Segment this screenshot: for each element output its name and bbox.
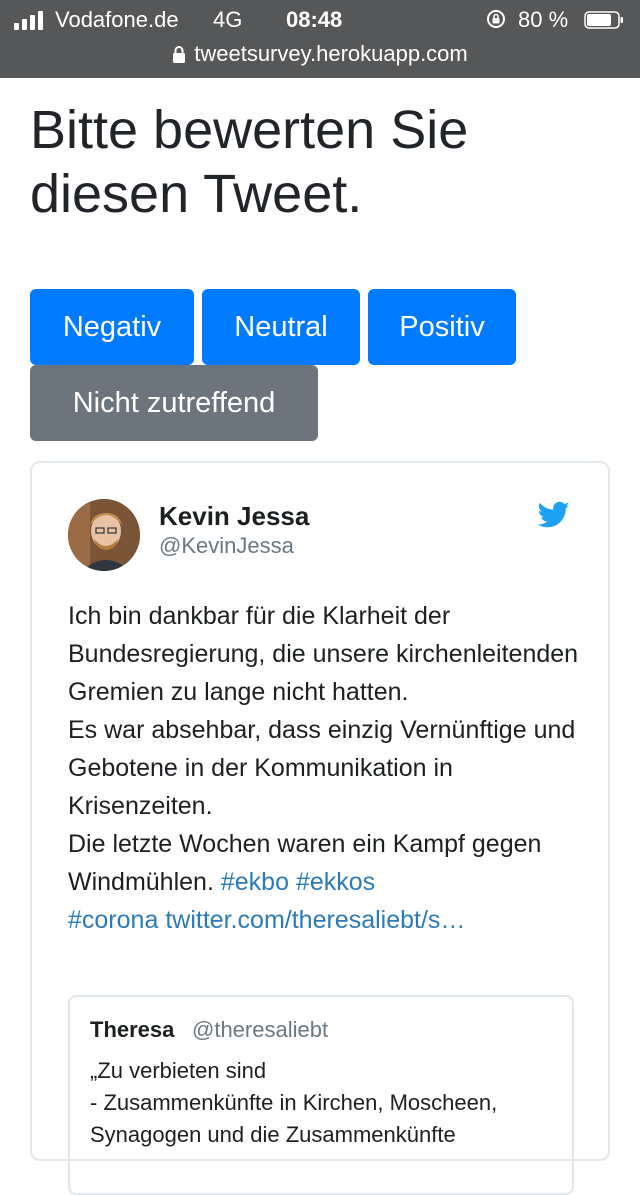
page-title: Bitte bewerten Sie diesen Tweet. — [30, 100, 469, 224]
clock: 08:48 — [286, 7, 343, 32]
quoted-tweet-text: „Zu verbieten sind - Zusammenkünfte in K… — [90, 1058, 498, 1147]
quoted-author-handle: @theresaliebt — [192, 1017, 329, 1042]
author-name[interactable]: Kevin Jessa — [159, 501, 309, 532]
hashtag-link[interactable]: #corona — [68, 906, 158, 934]
quoted-tweet[interactable]: Theresa @theresaliebt „Zu verbieten sind… — [68, 995, 574, 1195]
network-type: 4G — [213, 7, 243, 32]
status-bar: Vodafone.de 4G 08:48 80 % tweetsurvey.he… — [0, 0, 640, 78]
avatar[interactable] — [68, 499, 140, 571]
positive-button[interactable]: Positiv — [368, 289, 516, 365]
signal-strength-icon — [14, 10, 48, 30]
neutral-button[interactable]: Neutral — [202, 289, 360, 365]
negative-button[interactable]: Negativ — [30, 289, 194, 365]
not-applicable-button[interactable]: Nicht zutreffend — [30, 365, 318, 441]
carrier-name: Vodafone.de — [55, 7, 179, 32]
hashtag-link[interactable]: #ekbo — [221, 868, 289, 896]
battery-percentage: 80 % — [518, 7, 569, 32]
quoted-author-name: Theresa — [90, 1017, 175, 1042]
battery-icon — [584, 11, 623, 29]
rotation-lock-icon — [487, 10, 505, 28]
author-handle[interactable]: @KevinJessa — [159, 533, 294, 559]
address-bar[interactable]: tweetsurvey.herokuapp.com — [0, 36, 640, 72]
twitter-bird-icon[interactable] — [538, 501, 570, 529]
profile-photo — [68, 499, 140, 571]
padlock-icon — [173, 46, 186, 63]
tweet-text: Ich bin dankbar für die Klarheit der Bun… — [68, 597, 588, 939]
hashtag-link[interactable]: #ekkos — [296, 868, 375, 896]
tweet-card[interactable]: Kevin Jessa @KevinJessa Ich bin dankbar … — [30, 461, 610, 1195]
quoted-tweet-link[interactable]: twitter.com/theresaliebt/s… — [165, 906, 465, 934]
url-text: tweetsurvey.herokuapp.com — [194, 41, 468, 66]
tweet-body: Ich bin dankbar für die Klarheit der Bun… — [68, 602, 579, 896]
